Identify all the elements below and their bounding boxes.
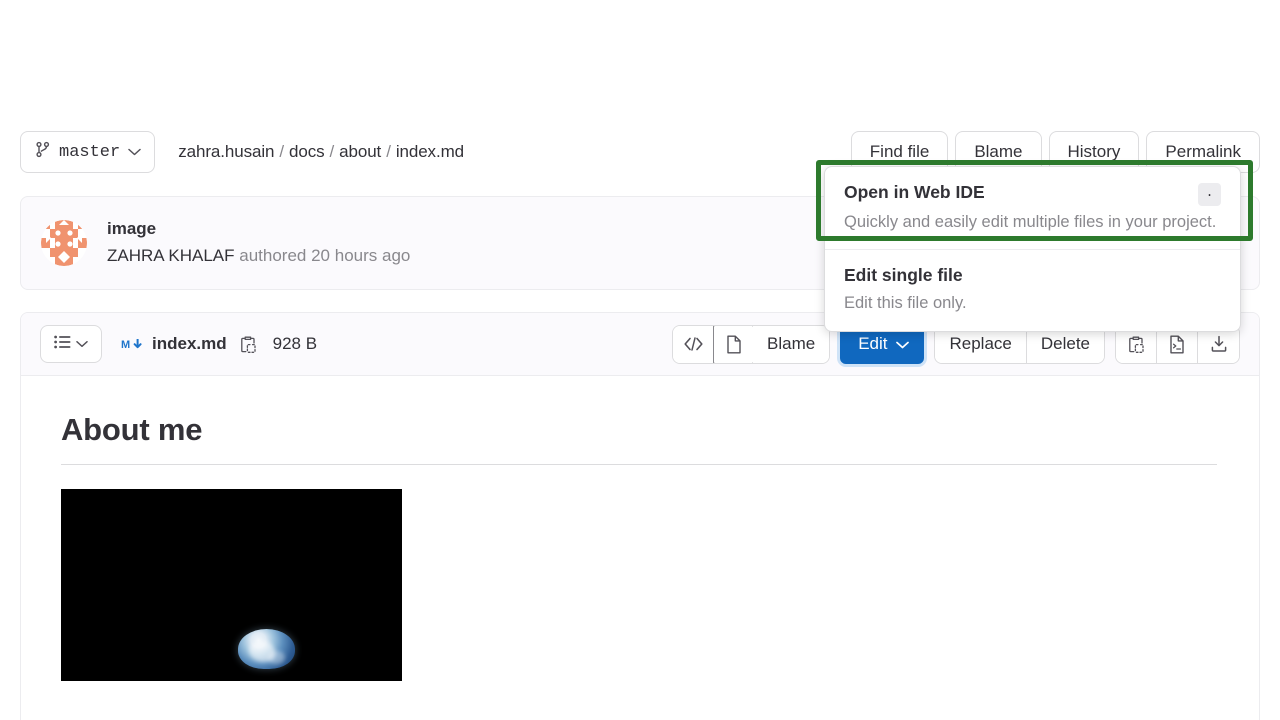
breadcrumb-separator: /: [386, 142, 391, 161]
menu-item-title: Open in Web IDE: [844, 182, 985, 202]
earth-graphic: [238, 629, 296, 670]
file-name: index.md: [152, 334, 227, 353]
menu-item-description: Edit this file only.: [844, 294, 967, 313]
file-tree-toggle-button[interactable]: [40, 325, 102, 363]
breadcrumb: zahra.husain / docs / about / index.md: [178, 142, 464, 162]
commit-authored-text: authored 20 hours ago: [234, 246, 411, 265]
svg-text:M: M: [121, 339, 130, 351]
keyboard-shortcut-badge: .: [1198, 183, 1221, 206]
menu-item-open-in-web-ide[interactable]: Open in Web IDE . Quickly and easily edi…: [825, 167, 1240, 249]
breadcrumb-file: index.md: [395, 142, 464, 161]
file-card: M index.md 928 B Blame Edit Replace Dele…: [20, 312, 1260, 720]
commit-meta: image ZAHRA KHALAF authored 20 hours ago: [107, 218, 410, 268]
menu-item-description: Quickly and easily edit multiple files i…: [844, 213, 1217, 231]
breadcrumb-part-0[interactable]: docs: [289, 142, 325, 161]
menu-item-title: Edit single file: [844, 265, 963, 286]
list-icon: [54, 335, 71, 354]
page-title: About me: [61, 412, 1217, 465]
avatar[interactable]: [41, 220, 87, 266]
breadcrumb-separator: /: [329, 142, 335, 161]
markdown-image: [61, 489, 402, 681]
branch-selector[interactable]: master: [20, 131, 156, 173]
file-size: 928 B: [272, 334, 318, 353]
markdown-icon: M: [121, 337, 143, 351]
edit-button-label: Edit: [858, 334, 888, 353]
breadcrumb-part-1[interactable]: about: [339, 142, 381, 161]
commit-title[interactable]: image: [107, 218, 410, 241]
chevron-down-icon: [896, 334, 910, 354]
chevron-down-icon: [128, 143, 141, 161]
blame-toggle-button[interactable]: Blame: [753, 325, 830, 363]
branch-name: master: [59, 142, 121, 162]
gitlab-file-view-page: master zahra.husain / docs / about / index.md …: [0, 0, 1280, 720]
markdown-preview: About me: [21, 376, 1259, 681]
breadcrumb-project[interactable]: zahra.husain: [178, 142, 274, 161]
copy-icon[interactable]: [239, 335, 257, 354]
menu-item-edit-single-file[interactable]: Edit single file Edit this file only.: [825, 249, 1240, 330]
code-icon[interactable]: [673, 325, 714, 363]
document-icon[interactable]: [713, 325, 754, 363]
edit-dropdown-menu: Open in Web IDE . Quickly and easily edi…: [824, 166, 1241, 332]
breadcrumb-separator: /: [279, 142, 284, 161]
view-mode-group: Blame: [672, 324, 831, 364]
branch-icon: [35, 141, 51, 163]
chevron-down-icon: [76, 335, 88, 353]
commit-authored-line: ZAHRA KHALAF authored 20 hours ago: [107, 245, 410, 268]
commit-author[interactable]: ZAHRA KHALAF: [107, 246, 235, 265]
